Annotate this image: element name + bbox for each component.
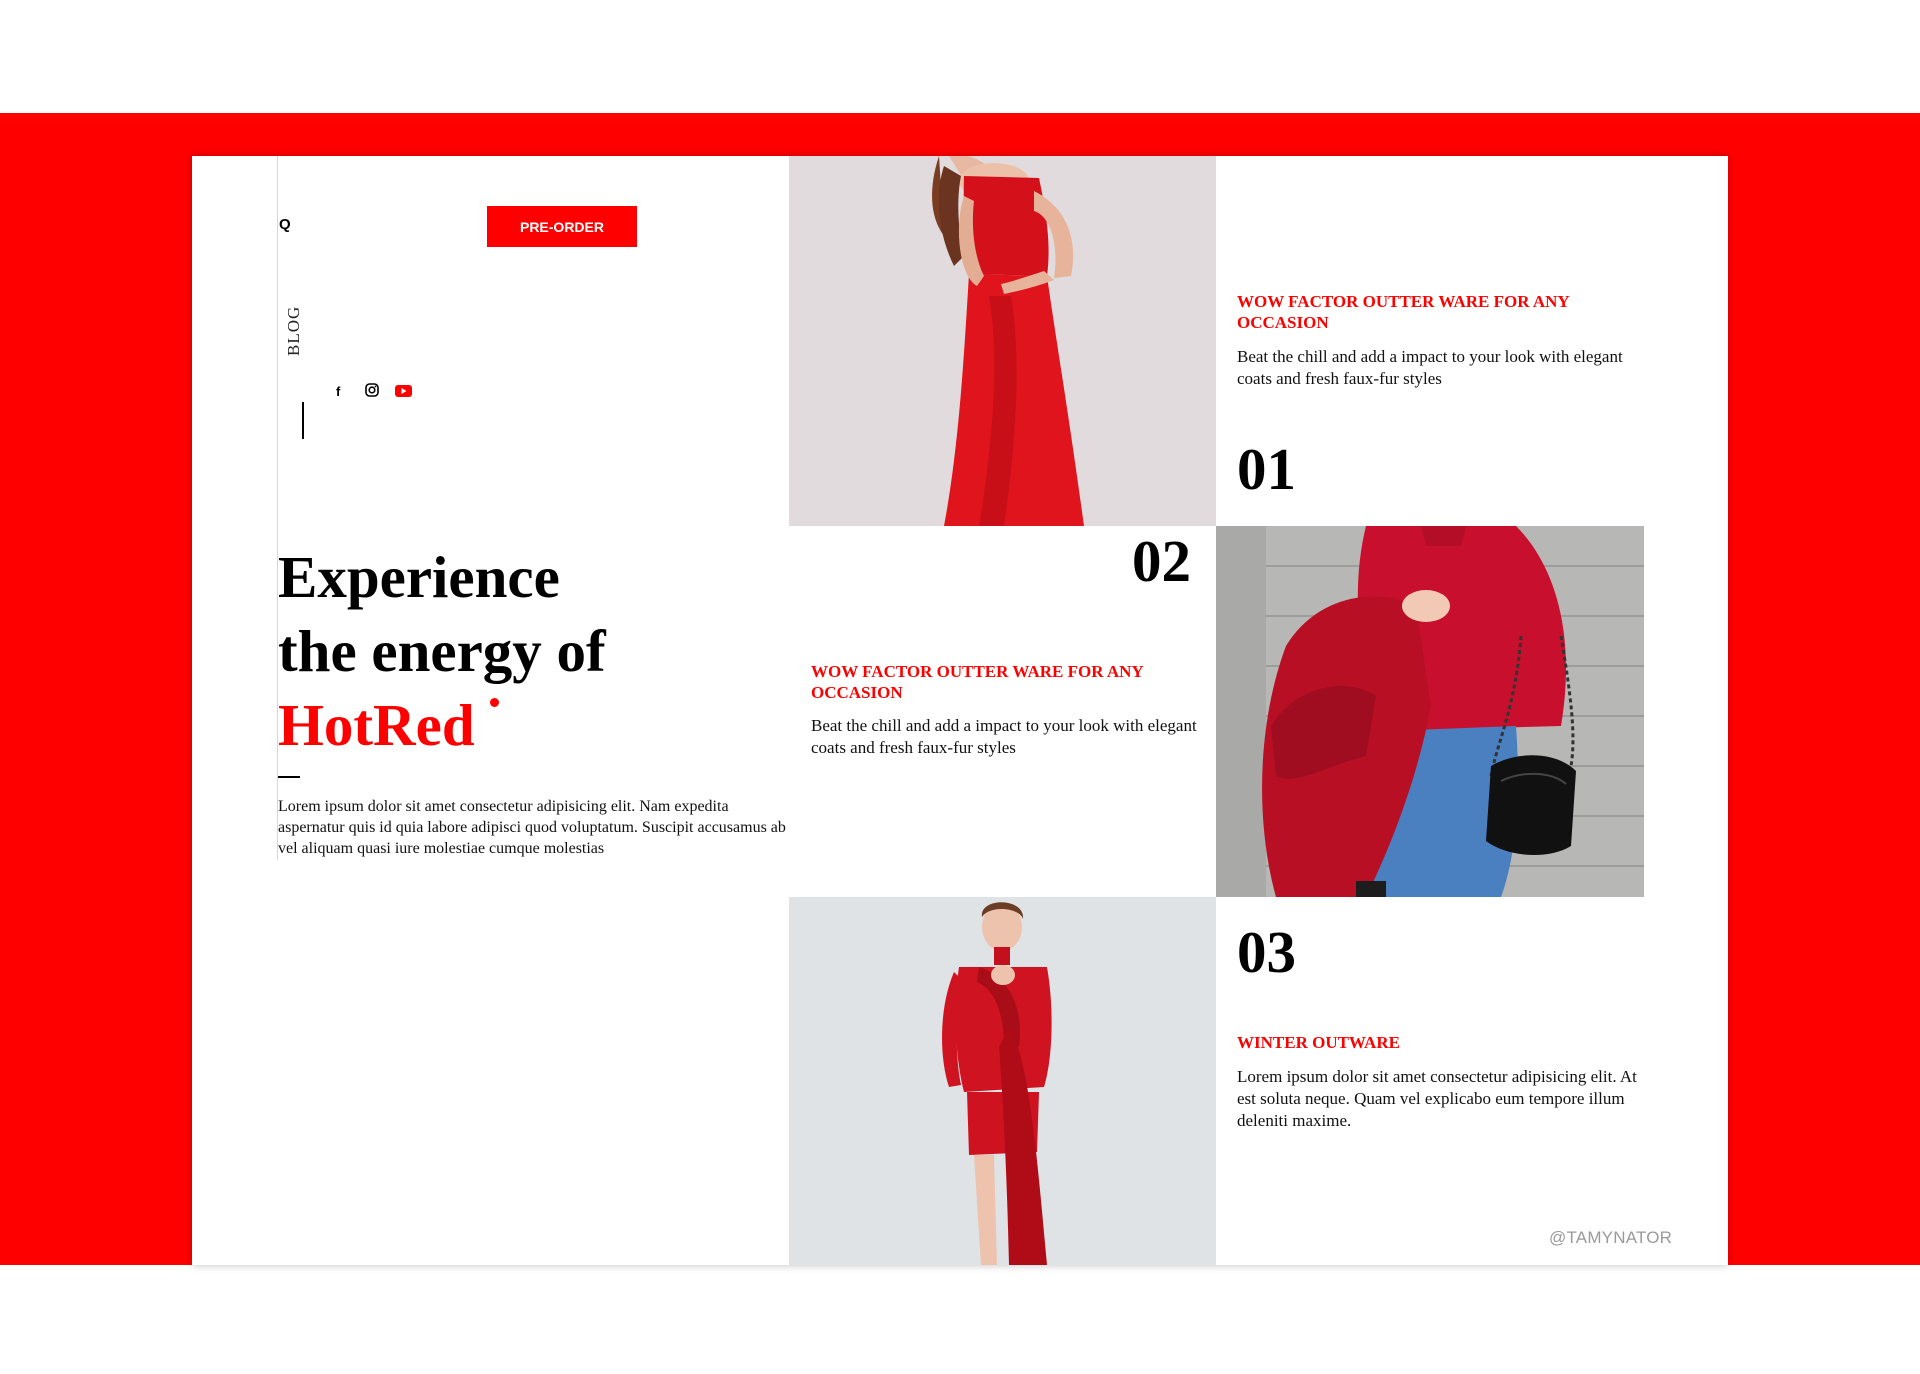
blog-indicator-line bbox=[302, 402, 304, 439]
feature-number-03: 03 bbox=[1237, 919, 1296, 985]
hero-description: Lorem ipsum dolor sit amet consectetur a… bbox=[278, 798, 786, 857]
hero-accent-dot bbox=[490, 698, 499, 707]
youtube-icon[interactable] bbox=[395, 385, 412, 397]
hero-title: Experience the energy of HotRed bbox=[278, 540, 606, 762]
feature-number-01: 01 bbox=[1237, 436, 1296, 502]
feature-title-03: WINTER OUTWARE bbox=[1237, 1033, 1400, 1052]
hero-title-accent: HotRed bbox=[278, 692, 475, 758]
feature-text-03: Lorem ipsum dolor sit amet consectetur a… bbox=[1237, 1067, 1637, 1130]
red-drape-dress-photo bbox=[789, 897, 1216, 1265]
hero-title-line2: the energy of bbox=[278, 618, 606, 684]
blog-link[interactable]: BLOG bbox=[284, 306, 304, 356]
feature-text-02: Beat the chill and add a impact to your … bbox=[811, 716, 1197, 757]
feature-title-02: WOW FACTOR OUTTER WARE FOR ANY OCCASION bbox=[811, 662, 1144, 702]
feature-title-01: WOW FACTOR OUTTER WARE FOR ANY OCCASION bbox=[1237, 292, 1570, 332]
feature-number-02: 02 bbox=[1132, 528, 1191, 594]
feature-text-01: Beat the chill and add a impact to your … bbox=[1237, 347, 1623, 388]
instagram-icon[interactable] bbox=[365, 383, 379, 397]
red-strapless-dress-photo bbox=[789, 156, 1216, 526]
hero-divider bbox=[278, 776, 300, 778]
facebook-icon[interactable]: f bbox=[336, 384, 340, 399]
author-watermark: @TAMYNATOR bbox=[1549, 1228, 1673, 1247]
red-sweater-coat-handbag-photo bbox=[1216, 526, 1644, 897]
preorder-button[interactable]: PRE-ORDER bbox=[487, 206, 637, 247]
search-icon[interactable]: Q bbox=[279, 216, 291, 233]
hero-title-line1: Experience bbox=[278, 544, 560, 610]
